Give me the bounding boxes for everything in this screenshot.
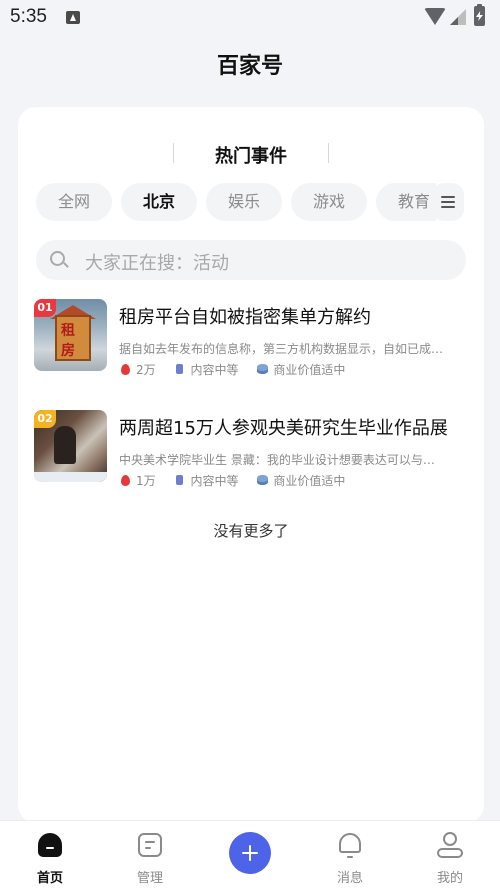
- menu-icon: [441, 201, 455, 203]
- thumb-caption-strip: [34, 472, 107, 482]
- news-title: 租房平台自如被指密集单方解约: [119, 307, 371, 328]
- status-icons: [424, 4, 490, 28]
- search-icon: [50, 251, 65, 266]
- section-title: 热门事件: [215, 146, 287, 167]
- nav-messages[interactable]: 消息: [320, 831, 380, 887]
- news-meta: 1万 内容中等 商业价值适中: [119, 472, 359, 489]
- nav-messages-label: 消息: [336, 871, 363, 886]
- fire-icon: [121, 364, 130, 375]
- bottom-navigation: 首页 管理 消息 我的: [0, 820, 500, 888]
- coin-icon: [257, 475, 269, 485]
- nav-me-label: 我的: [436, 871, 463, 886]
- house-illustration: 租 房: [55, 315, 91, 361]
- status-time: 5:35: [10, 6, 47, 27]
- home-icon: [38, 833, 62, 857]
- nav-manage-label: 管理: [136, 871, 163, 886]
- battery-charging-icon: [474, 4, 485, 26]
- news-item[interactable]: 租 房 01 租房平台自如被指密集单方解约 据自如去年发布的信息称，第三方机构数…: [34, 299, 468, 379]
- user-icon: [443, 832, 457, 846]
- nav-me[interactable]: 我的: [420, 831, 480, 887]
- content-meta: 内容中等: [173, 361, 238, 378]
- tab-menu-button[interactable]: [432, 183, 464, 221]
- news-description: 中央美术学院毕业生 景藏：我的毕业设计想要表达可以与…: [119, 453, 435, 467]
- content-meta: 内容中等: [173, 472, 238, 489]
- signal-level-icon: [450, 17, 458, 25]
- manage-icon: [138, 833, 162, 857]
- thumb-char: 租: [61, 323, 75, 339]
- content-icon: [176, 475, 184, 485]
- news-description: 据自如去年发布的信息称，第三方机构数据显示，自如已成…: [119, 342, 444, 356]
- tab-beijing[interactable]: 北京: [121, 183, 197, 221]
- news-meta: 2万 内容中等 商业价值适中: [119, 361, 359, 378]
- heat-value: 1万: [136, 474, 156, 488]
- notification-icon: [66, 11, 80, 24]
- heat-meta: 2万: [119, 361, 156, 378]
- region-tabs: 全网 北京 娱乐 游戏 教育: [36, 183, 436, 221]
- menu-icon: [441, 196, 455, 198]
- no-more-text: 没有更多了: [213, 522, 289, 540]
- thumb-char: 房: [61, 343, 75, 359]
- search-input[interactable]: 大家正在搜：活动: [36, 240, 466, 280]
- rank-badge: 02: [34, 410, 56, 428]
- nav-manage[interactable]: 管理: [120, 831, 180, 887]
- news-thumbnail: 租 房 01: [34, 299, 107, 371]
- user-icon-body: [437, 848, 463, 858]
- commercial-meta: 商业价值适中: [256, 361, 345, 378]
- status-bar: 5:35: [0, 0, 500, 36]
- commercial-meta: 商业价值适中: [256, 472, 345, 489]
- nav-home-label: 首页: [36, 871, 63, 886]
- commercial-value: 商业价值适中: [273, 363, 346, 377]
- add-button[interactable]: [229, 832, 271, 874]
- tab-education[interactable]: 教育: [376, 183, 436, 221]
- heat-meta: 1万: [119, 472, 156, 489]
- page-title: 百家号: [216, 54, 283, 79]
- commercial-value: 商业价值适中: [273, 474, 346, 488]
- hot-events-card: 热门事件 全网 北京 娱乐 游戏 教育 大家正在搜：活动 租 房 01 租房平台自如被指…: [18, 107, 484, 823]
- bell-icon: [339, 833, 361, 858]
- content-level: 内容中等: [190, 474, 239, 488]
- fire-icon: [121, 475, 130, 486]
- news-item[interactable]: 02 两周超15万人参观央美研究生毕业作品展 中央美术学院毕业生 景藏：我的毕业…: [34, 410, 468, 490]
- nav-home[interactable]: 首页: [20, 831, 80, 887]
- tab-entertainment[interactable]: 娱乐: [206, 183, 282, 221]
- content-level: 内容中等: [190, 363, 239, 377]
- tab-all[interactable]: 全网: [36, 183, 112, 221]
- heat-value: 2万: [136, 363, 156, 377]
- content-icon: [176, 364, 184, 374]
- wifi-icon: [424, 8, 446, 25]
- news-title: 两周超15万人参观央美研究生毕业作品展: [119, 418, 448, 439]
- search-placeholder: 大家正在搜：活动: [85, 253, 229, 274]
- title-divider-right: [328, 143, 329, 163]
- menu-icon: [441, 206, 455, 208]
- news-thumbnail: 02: [34, 410, 107, 482]
- tab-games[interactable]: 游戏: [291, 183, 367, 221]
- rank-badge: 01: [34, 299, 56, 317]
- coin-icon: [257, 364, 269, 374]
- exhibition-figure: [54, 426, 76, 464]
